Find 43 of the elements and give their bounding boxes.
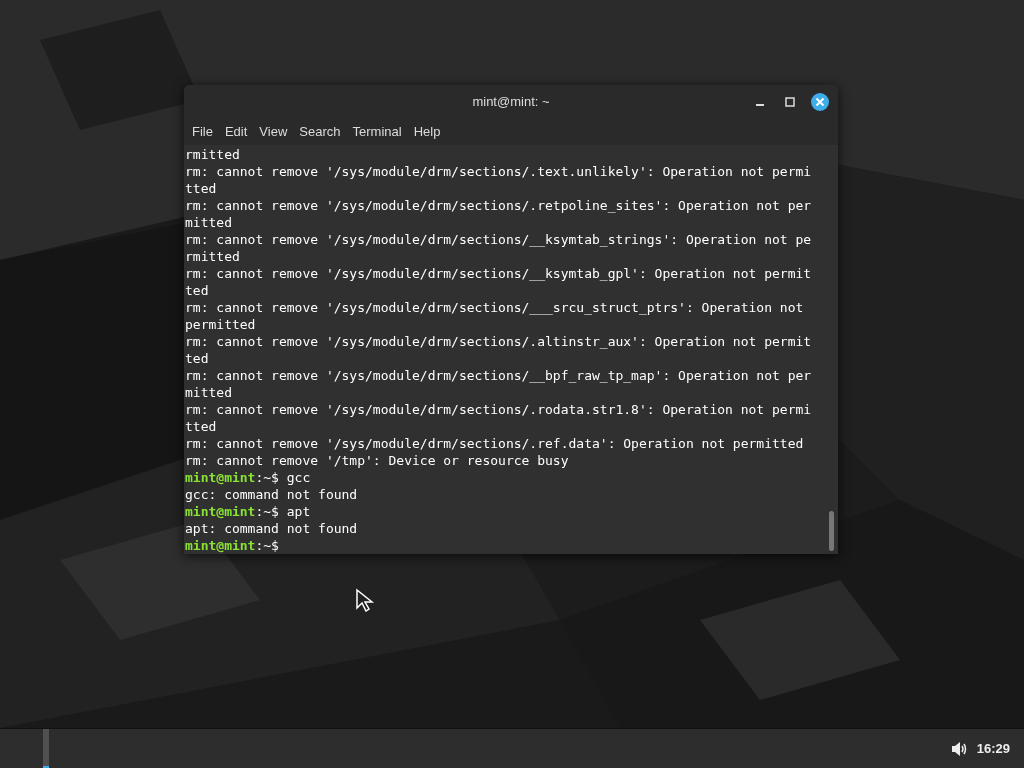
output-line: mitted — [185, 215, 232, 230]
prompt-user: mint@mint — [185, 470, 256, 485]
output-line: gcc: command not found — [185, 487, 358, 502]
output-line: rm: cannot remove '/sys/module/drm/sections/__ksymtab_strings': Operation not pe — [185, 232, 812, 247]
menu-item[interactable]: Edit — [218, 122, 254, 141]
menu-item[interactable]: Terminal — [346, 122, 408, 141]
window-list-item[interactable] — [43, 728, 49, 768]
output-line: rm: cannot remove '/tmp': Device or resource busy — [185, 453, 569, 468]
scrollbar-thumb[interactable] — [829, 511, 834, 551]
output-line: rm: cannot remove '/sys/module/drm/sections/.retpoline_sites': Operation not per — [185, 198, 812, 213]
output-line: rm: cannot remove '/sys/module/drm/sections/.text.unlikely': Operation not permi — [185, 164, 812, 179]
output-line: rmitted — [185, 147, 240, 162]
mouse-pointer-icon — [355, 588, 375, 612]
output-line: apt: command not found — [185, 521, 358, 536]
output-line: rm: cannot remove '/sys/module/drm/sections/.rodata.str1.8': Operation not permi — [185, 402, 812, 417]
menu-item[interactable]: Help — [407, 122, 447, 141]
output-line: rm: cannot remove '/sys/module/drm/sections/__bpf_raw_tp_map': Operation not per — [185, 368, 812, 383]
command-text: :~$ — [255, 538, 279, 553]
maximize-icon — [785, 97, 795, 107]
command-text: :~$ gcc — [255, 470, 311, 485]
output-line: mitted — [185, 385, 232, 400]
output-line: rm: cannot remove '/sys/module/drm/sections/__ksymtab_gpl': Operation not permit — [185, 266, 812, 281]
output-line: rm: cannot remove '/sys/module/drm/sections/.ref.data': Operation not permitted — [185, 436, 804, 451]
output-line: rm: cannot remove '/sys/module/drm/sections/___srcu_struct_ptrs': Operation not — [185, 300, 804, 315]
volume-icon[interactable] — [950, 740, 969, 757]
menu-item[interactable]: File — [186, 122, 219, 141]
minimize-icon — [756, 104, 764, 106]
output-line: ted — [185, 351, 209, 366]
prompt-user: mint@mint — [185, 504, 256, 519]
clock[interactable]: 16:29 — [976, 741, 1010, 756]
close-icon — [810, 92, 830, 112]
output-line: tted — [185, 419, 217, 434]
close-button[interactable] — [810, 92, 830, 112]
menu-item[interactable]: Search — [293, 122, 347, 141]
output-line: permitted — [185, 317, 256, 332]
command-text: :~$ apt — [255, 504, 311, 519]
output-line: ted — [185, 283, 209, 298]
menu-item[interactable]: View — [253, 122, 294, 141]
output-line: tted — [185, 181, 217, 196]
window-title: mint@mint: ~ — [472, 94, 550, 109]
prompt-user: mint@mint — [185, 538, 256, 553]
output-line: rmitted — [185, 249, 240, 264]
output-line: rm: cannot remove '/sys/module/drm/sections/.altinstr_aux': Operation not permit — [185, 334, 812, 349]
